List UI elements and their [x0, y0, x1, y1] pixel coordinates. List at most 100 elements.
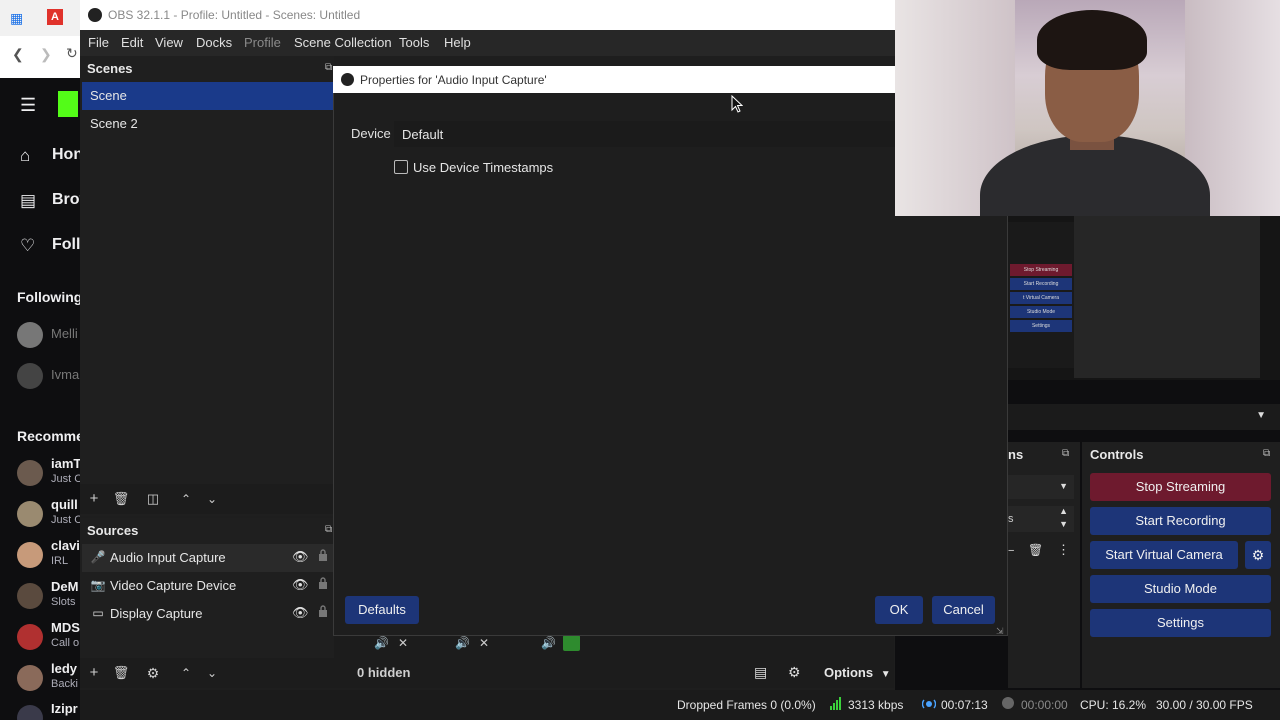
channel-item[interactable]: clavi IRL: [0, 536, 80, 574]
transition-combo[interactable]: ▼: [1008, 475, 1074, 499]
following-item[interactable]: Ivma: [0, 357, 80, 395]
properties-titlebar: Properties for 'Audio Input Capture': [333, 66, 895, 93]
defaults-button[interactable]: Defaults: [345, 596, 419, 624]
nav-home[interactable]: ⌂ Hon: [0, 142, 83, 172]
virtual-camera-settings-gear-icon[interactable]: ⚙: [1245, 541, 1271, 569]
avatar: [17, 322, 43, 348]
source-item[interactable]: ▭ Display Capture 👁: [82, 600, 334, 628]
lock-icon[interactable]: [318, 549, 328, 561]
start-recording-button[interactable]: Start Recording: [1090, 507, 1271, 535]
transition-more-icon[interactable]: ⋮: [1057, 542, 1070, 558]
channel-item[interactable]: iamT Just C: [0, 454, 80, 492]
mini-virtual-camera: t Virtual Camera: [1010, 292, 1072, 304]
ok-button[interactable]: OK: [875, 596, 923, 624]
menu-scene-collection[interactable]: Scene Collection: [294, 35, 392, 50]
chevron-down-icon: ▼: [880, 669, 891, 680]
nav-browse[interactable]: ▤ Brov: [0, 187, 88, 217]
use-device-timestamps-checkbox[interactable]: [394, 160, 408, 174]
volume-speaker-icon[interactable]: 🔊: [541, 636, 556, 650]
streaming-indicator-icon: [921, 697, 937, 714]
channel-item[interactable]: MDS Call o: [0, 618, 80, 656]
visibility-eye-icon[interactable]: 👁: [292, 549, 309, 565]
layout-icon[interactable]: ▤: [754, 664, 767, 681]
move-up-icon[interactable]: ⌃: [176, 489, 196, 509]
mute-x-icon[interactable]: ✕: [479, 636, 489, 650]
avatar: [17, 665, 43, 691]
transition-remove-icon[interactable]: 🗑: [1028, 543, 1043, 557]
scene-filters-icon[interactable]: ◫: [143, 489, 163, 509]
app-tab-icon[interactable]: A: [47, 9, 63, 25]
options-button[interactable]: Options ▼: [824, 665, 891, 680]
mixer-settings-gear-icon[interactable]: ⚙: [788, 664, 801, 681]
record-indicator-icon: [1002, 697, 1014, 709]
scene-item[interactable]: Scene: [82, 82, 334, 110]
lock-icon[interactable]: [318, 605, 328, 617]
studio-mode-button[interactable]: Studio Mode: [1090, 575, 1271, 603]
menu-profile[interactable]: Profile: [244, 35, 281, 50]
spin-up-icon[interactable]: ▲: [1059, 506, 1068, 516]
dock-float-icon[interactable]: ⧉: [1062, 448, 1069, 459]
remove-source-icon[interactable]: 🗑: [111, 663, 131, 683]
start-virtual-camera-button[interactable]: Start Virtual Camera: [1090, 541, 1238, 569]
transition-select[interactable]: ▼: [1008, 404, 1280, 430]
menu-bar: File Edit View Docks Profile Scene Colle…: [80, 30, 895, 56]
device-select[interactable]: Default: [394, 121, 895, 147]
stop-streaming-button[interactable]: Stop Streaming: [1090, 473, 1271, 501]
source-item[interactable]: 📷 Video Capture Device 👁: [82, 572, 334, 600]
properties-title: Properties for 'Audio Input Capture': [360, 73, 547, 87]
status-bar: Dropped Frames 0 (0.0%) 3313 kbps 00:07:…: [80, 690, 1280, 720]
remove-scene-icon[interactable]: 🗑: [111, 489, 131, 509]
visibility-eye-icon[interactable]: 👁: [292, 605, 309, 621]
scene-item[interactable]: Scene 2: [82, 110, 334, 138]
mouse-cursor-icon: [731, 94, 744, 116]
spin-down-icon[interactable]: ▼: [1059, 519, 1068, 529]
back-icon[interactable]: ❮: [12, 46, 24, 63]
channel-item[interactable]: quill Just C: [0, 495, 80, 533]
dock-float-icon[interactable]: ⧉: [325, 62, 332, 73]
menu-help[interactable]: Help: [444, 35, 471, 50]
settings-button[interactable]: Settings: [1090, 609, 1271, 637]
avatar: [17, 501, 43, 527]
windows-start-icon[interactable]: ▦: [10, 10, 23, 27]
obs-logo-icon: [88, 8, 102, 22]
use-device-timestamps-label[interactable]: Use Device Timestamps: [413, 160, 553, 175]
dock-float-icon[interactable]: ⧉: [1263, 448, 1270, 459]
move-up-icon[interactable]: ⌃: [176, 663, 196, 683]
monitor-active-icon[interactable]: [563, 635, 580, 651]
transition-add-icon[interactable]: −: [1008, 545, 1014, 557]
sources-header: Sources: [87, 523, 139, 538]
menu-view[interactable]: View: [155, 35, 183, 50]
avatar: [17, 460, 43, 486]
move-down-icon[interactable]: ⌄: [202, 663, 222, 683]
following-item[interactable]: Melli: [0, 316, 80, 354]
mute-x-icon[interactable]: ✕: [398, 636, 408, 650]
move-down-icon[interactable]: ⌄: [202, 489, 222, 509]
volume-speaker-icon[interactable]: 🔊: [455, 636, 470, 650]
menu-file[interactable]: File: [88, 35, 109, 50]
lock-icon[interactable]: [318, 577, 328, 589]
add-source-icon[interactable]: +: [84, 663, 104, 683]
duration-spinbox[interactable]: s ▲ ▼: [1008, 506, 1074, 532]
add-scene-icon[interactable]: +: [84, 489, 104, 509]
dropped-frames: Dropped Frames 0 (0.0%): [677, 698, 816, 712]
visibility-eye-icon[interactable]: 👁: [292, 577, 309, 593]
reload-icon[interactable]: ↻: [66, 45, 78, 62]
menu-icon[interactable]: ☰: [20, 95, 36, 116]
chevron-down-icon: ▼: [1256, 410, 1266, 421]
forward-icon[interactable]: ❯: [40, 46, 52, 63]
menu-edit[interactable]: Edit: [121, 35, 143, 50]
resize-grip-icon[interactable]: ⇲: [996, 626, 1006, 636]
source-properties-gear-icon[interactable]: ⚙: [143, 663, 163, 683]
channel-item[interactable]: DeM Slots: [0, 577, 80, 615]
dock-float-icon[interactable]: ⧉: [325, 524, 332, 535]
menu-docks[interactable]: Docks: [196, 35, 232, 50]
volume-speaker-icon[interactable]: 🔊: [374, 636, 389, 650]
channel-item[interactable]: ledy Backi: [0, 659, 80, 697]
source-item[interactable]: 🎤 Audio Input Capture 👁: [82, 544, 334, 572]
menu-tools[interactable]: Tools: [399, 35, 429, 50]
browse-icon: ▤: [20, 191, 37, 210]
channel-item[interactable]: Izipr: [0, 699, 80, 720]
cancel-button[interactable]: Cancel: [932, 596, 995, 624]
kick-logo[interactable]: [58, 91, 78, 117]
nav-following[interactable]: ♡ Follo: [0, 232, 90, 262]
